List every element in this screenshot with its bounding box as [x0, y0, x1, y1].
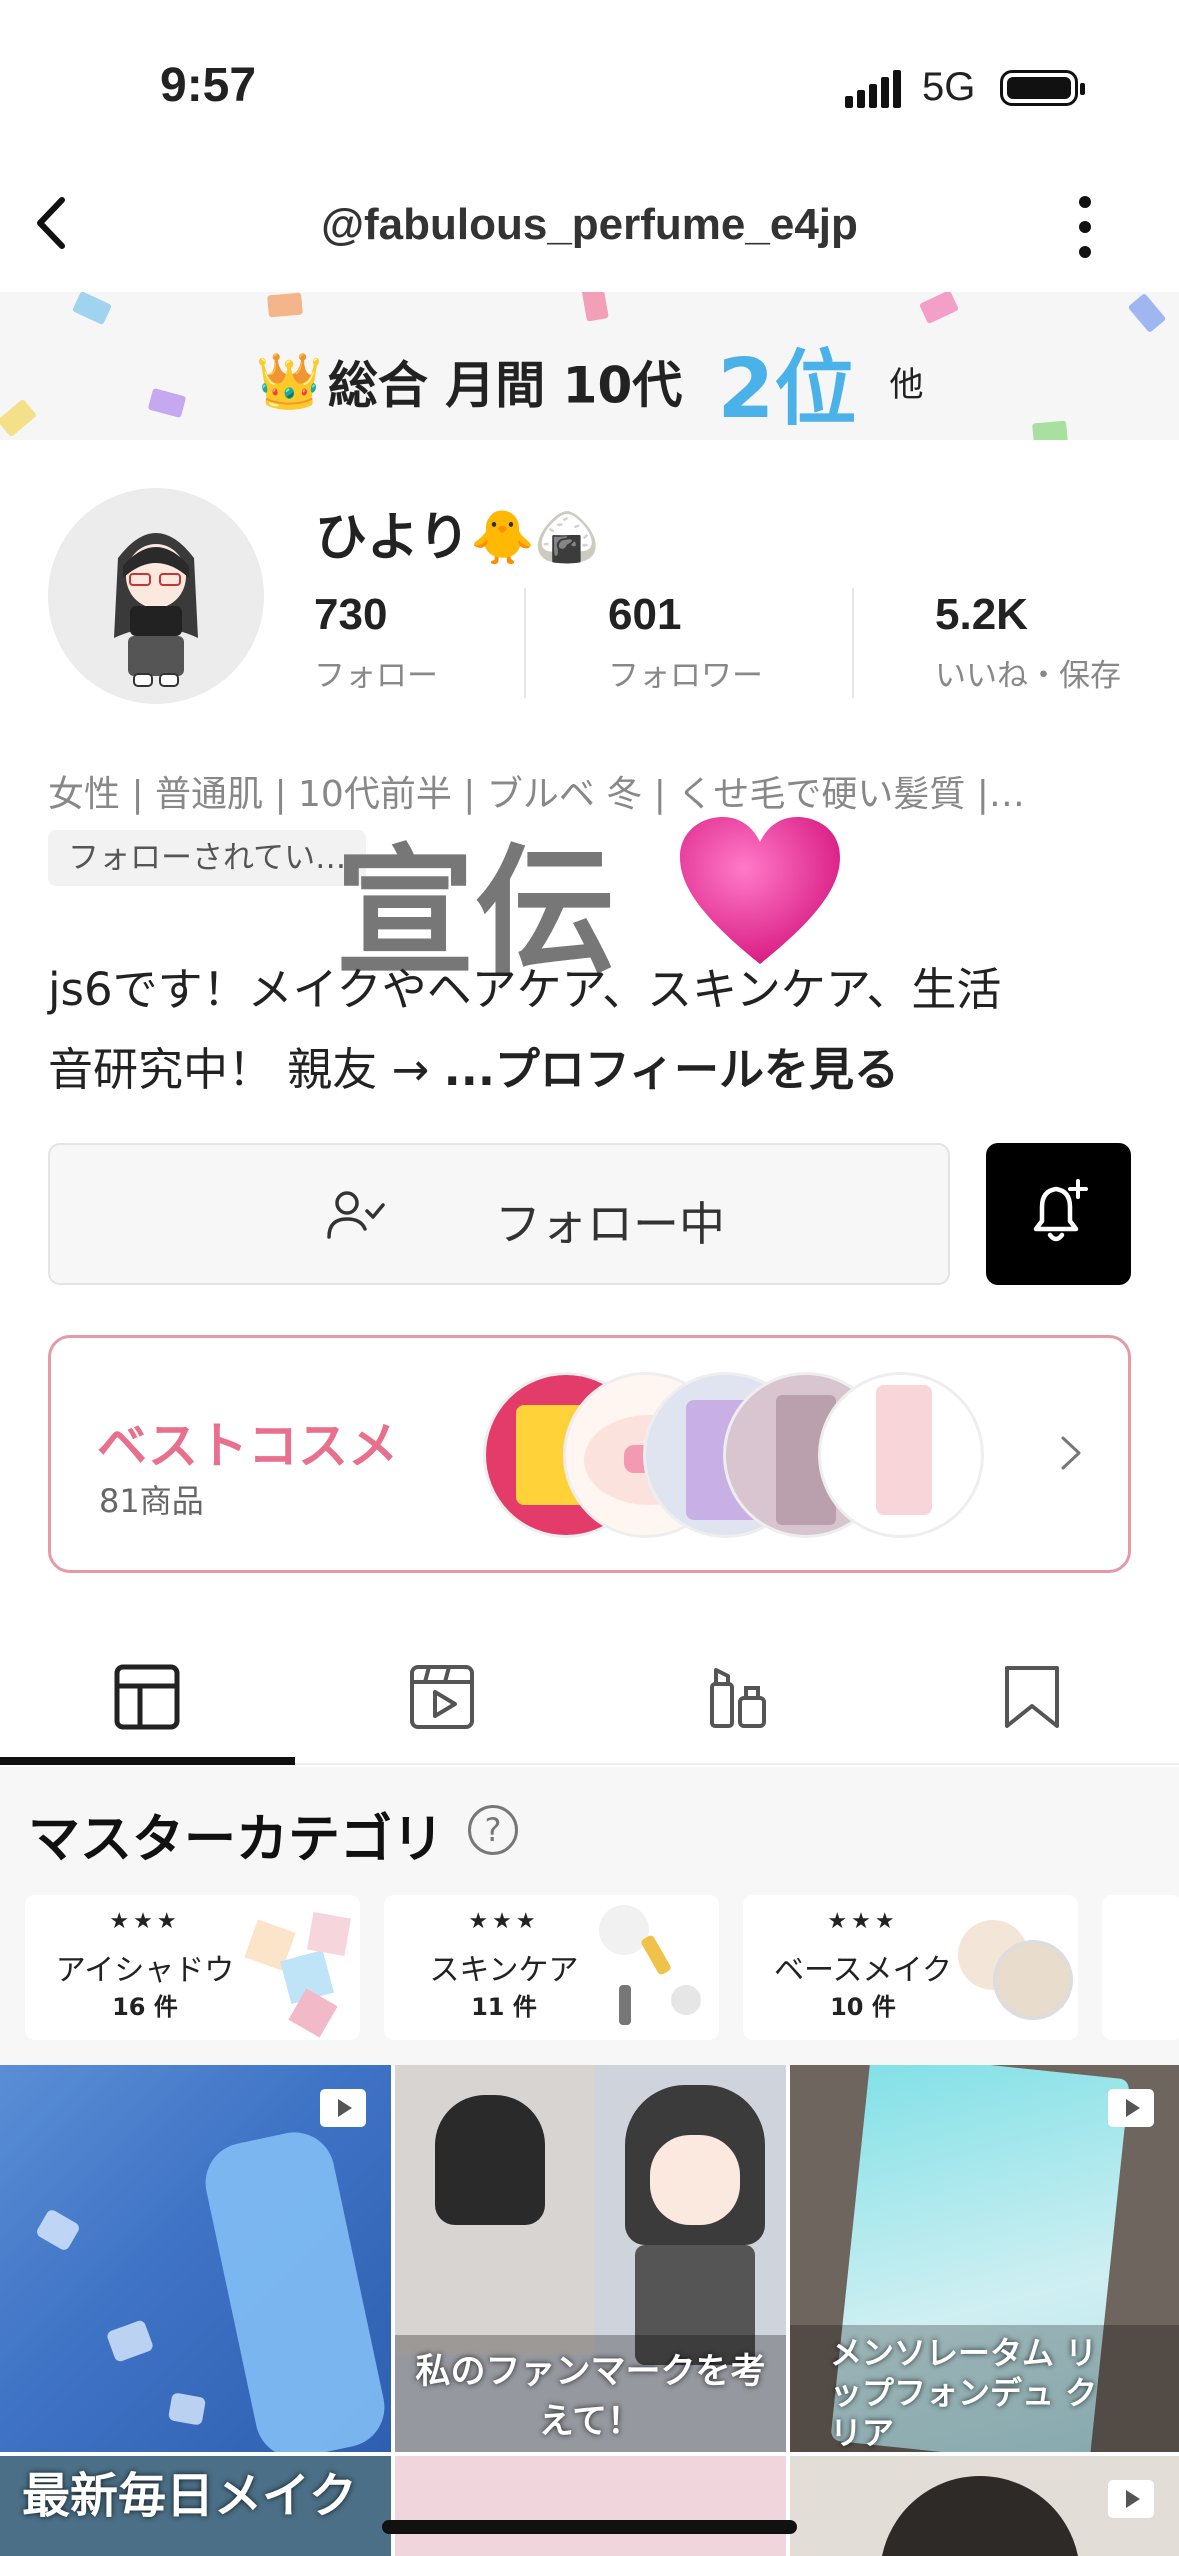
- status-time: 9:57: [160, 59, 257, 112]
- active-tab-indicator: [0, 1757, 295, 1765]
- category-image: [948, 1895, 1078, 2040]
- following-label: フォロー: [314, 658, 438, 694]
- top-nav: @fabulous_perfume_e4jp: [0, 170, 1179, 285]
- post-thumbnail[interactable]: 最新毎日メイク: [0, 2456, 391, 2556]
- category-stars: ★★★: [827, 1909, 899, 1934]
- chevron-right-icon: [1061, 1436, 1081, 1470]
- stat-following[interactable]: 730 フォロー: [314, 590, 438, 695]
- bio-line: 音研究中！ 親友 →: [48, 1043, 444, 1096]
- product-thumbnail: [818, 1372, 984, 1538]
- master-category-section: マスターカテゴリ ? ★★★ アイシャドウ 16 件 ★★★ スキンケア 11 …: [0, 1767, 1179, 2067]
- tab-videos[interactable]: [295, 1640, 590, 1765]
- category-stars: ★★★: [109, 1909, 181, 1934]
- network-label: 5G: [922, 65, 976, 109]
- tab-saved[interactable]: [885, 1640, 1179, 1765]
- following-button-label: フォロー中: [495, 1197, 725, 1251]
- stat-followers[interactable]: 601 フォロワー: [608, 590, 763, 695]
- avatar[interactable]: [48, 488, 264, 704]
- video-icon: [1108, 2089, 1154, 2127]
- video-icon: [1108, 2480, 1154, 2518]
- help-icon[interactable]: ?: [468, 1805, 518, 1855]
- profile-name: ひより🐥🍙: [315, 508, 600, 568]
- followers-label: フォロワー: [608, 658, 763, 694]
- category-stars: ★★★: [468, 1909, 540, 1934]
- post-caption: 私のファンマークを考えて！: [415, 2352, 766, 2442]
- profile-bio: js6です！メイクやヘアケア、スキンケア、生活 音研究中！ 親友 → ...プロ…: [48, 950, 1148, 1110]
- more-options-icon[interactable]: [1060, 190, 1110, 265]
- post-thumbnail[interactable]: メンソレータム リップフォンデュ クリア: [790, 2065, 1179, 2452]
- followed-by-tag: フォローされてい…: [48, 830, 367, 886]
- person-check-icon: [327, 1191, 385, 1239]
- followers-count: 601: [608, 590, 682, 639]
- category-name: スキンケア: [429, 1953, 579, 1988]
- bell-plus-icon: [1033, 1179, 1088, 1242]
- stat-likes[interactable]: 5.2K いいね・保存: [935, 590, 1121, 695]
- stat-divider: [524, 588, 526, 698]
- category-card-eyeshadow[interactable]: ★★★ アイシャドウ 16 件: [25, 1895, 360, 2040]
- video-icon: [320, 2089, 366, 2127]
- bookmark-icon: [1005, 1666, 1059, 1728]
- category-name: ベースメイク: [774, 1953, 952, 1988]
- ranking-banner[interactable]: 👑 総合 月間 10代 2位 他: [0, 292, 1179, 440]
- see-profile-link[interactable]: ...プロフィールを見る: [444, 1043, 899, 1096]
- category-image: [589, 1895, 719, 2040]
- notification-button[interactable]: [986, 1143, 1131, 1285]
- heart-icon: [680, 817, 840, 964]
- category-count: 11 件: [471, 1993, 537, 2021]
- video-icon: [410, 1665, 474, 1729]
- post-thumbnail[interactable]: [0, 2065, 391, 2452]
- master-category-heading: マスターカテゴリ: [28, 1810, 445, 1870]
- stat-divider: [852, 588, 854, 698]
- signal-icon: [845, 70, 901, 108]
- following-button[interactable]: フォロー中: [48, 1143, 950, 1285]
- lipstick-icon: [710, 1668, 766, 1728]
- grid-icon: [114, 1664, 180, 1730]
- ranking-label: 総合 月間 10代: [327, 356, 683, 415]
- category-count: 10 件: [830, 1993, 896, 2021]
- bio-line: js6です！メイクやヘアケア、スキンケア、生活: [48, 963, 1002, 1016]
- profile-tabs: [0, 1640, 1179, 1765]
- category-name: アイシャドウ: [55, 1953, 235, 1988]
- status-bar: 9:57 5G: [0, 0, 1179, 160]
- profile-handle: @fabulous_perfume_e4jp: [321, 200, 858, 249]
- ranking-other: 他: [889, 365, 924, 405]
- tab-posts-grid[interactable]: [0, 1640, 295, 1765]
- likes-label: いいね・保存: [935, 658, 1121, 694]
- following-count: 730: [314, 590, 388, 639]
- best-cosme-card[interactable]: ベストコスメ 81商品: [48, 1335, 1131, 1573]
- post-thumbnail[interactable]: 私のファンマークを考えて！: [395, 2065, 786, 2452]
- ranking-position: 2位: [717, 342, 857, 437]
- home-indicator[interactable]: [382, 2520, 797, 2534]
- post-caption: メンソレータム リップフォンデュ クリア: [830, 2334, 1098, 2452]
- category-card-skincare[interactable]: ★★★ スキンケア 11 件: [384, 1895, 719, 2040]
- category-card-basemakeup[interactable]: ★★★ ベースメイク 10 件: [743, 1895, 1078, 2040]
- tab-cosmetics[interactable]: [590, 1640, 885, 1765]
- likes-count: 5.2K: [935, 590, 1028, 639]
- category-card-next[interactable]: [1102, 1895, 1179, 2040]
- battery-icon: [1000, 70, 1085, 106]
- post-thumbnail[interactable]: [790, 2456, 1179, 2556]
- post-caption: 最新毎日メイク: [22, 2468, 358, 2524]
- category-image: [230, 1895, 360, 2040]
- crown-icon: 👑: [255, 349, 323, 413]
- category-count: 16 件: [112, 1993, 178, 2021]
- best-cosme-count: 81商品: [99, 1482, 204, 1520]
- post-thumbnail[interactable]: [395, 2456, 786, 2556]
- best-cosme-title: ベストコスメ: [97, 1417, 398, 1475]
